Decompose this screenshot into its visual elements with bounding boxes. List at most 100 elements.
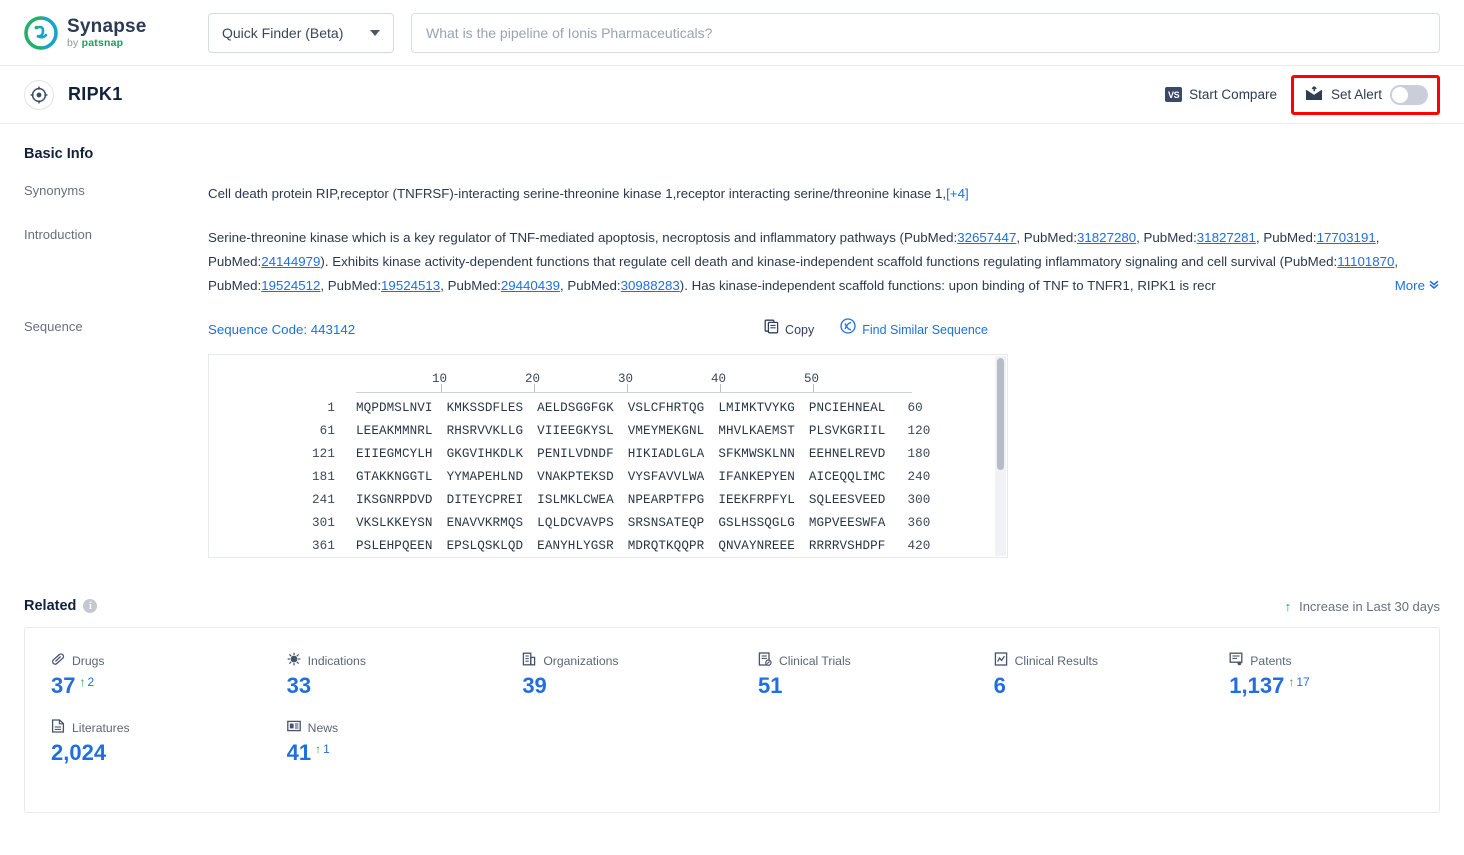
news-icon bbox=[286, 719, 301, 736]
pubmed-link[interactable]: 30988283 bbox=[621, 278, 680, 293]
pubmed-prefix: PubMed: bbox=[567, 278, 621, 293]
brand-name: Synapse bbox=[67, 15, 147, 37]
pubmed-link[interactable]: 31827281 bbox=[1197, 230, 1256, 245]
introduction-more-button[interactable]: More bbox=[1376, 274, 1440, 298]
sequence-line: 1 MQPDMSLNVI KMKSSDFLES AELDSGGFGK VSLCFHRTQ… bbox=[209, 397, 1007, 420]
sequence-end-index: 420 bbox=[907, 539, 931, 553]
related-item-value[interactable]: 37 bbox=[51, 675, 75, 697]
alert-envelope-icon bbox=[1305, 85, 1323, 104]
related-card: Drugs 37 ↑ 2 Indications 33 Organizations 39 Cli… bbox=[24, 627, 1440, 813]
related-item-organizations[interactable]: Organizations 39 bbox=[496, 652, 732, 697]
sequence-line: 121 EIIEGMCYLH GKGVIHKDLK PENILVDNDF HIKIADL… bbox=[209, 443, 1007, 466]
start-compare-button[interactable]: VS Start Compare bbox=[1165, 87, 1277, 102]
arrow-up-icon: ↑ bbox=[1288, 675, 1295, 689]
sequence-block: EPSLQSKLQD bbox=[446, 539, 524, 553]
main-content: Basic Info Synonyms Cell death protein R… bbox=[0, 124, 1464, 813]
sequence-block: EIIEGMCYLH bbox=[356, 447, 433, 461]
increase-legend-label: Increase in Last 30 days bbox=[1299, 598, 1440, 614]
sequence-block: MGPVEESWFA bbox=[808, 516, 886, 530]
pubmed-prefix: PubMed: bbox=[327, 278, 382, 293]
find-similar-sequence-button[interactable]: Find Similar Sequence bbox=[840, 318, 988, 342]
pubmed-link[interactable]: 29440439 bbox=[501, 278, 560, 293]
related-header: Related i ↑ Increase in Last 30 days bbox=[24, 598, 1440, 614]
sequence-block: ENAVVKRMQS bbox=[446, 516, 524, 530]
intro-part-3: ). Has kinase-independent scaffold funct… bbox=[679, 278, 1216, 293]
sequence-panel[interactable]: 10 20 30 40 50 1 MQPDMSLNVI KMKSSDFLES AELDSGGF… bbox=[208, 354, 1008, 558]
set-alert-toggle[interactable] bbox=[1390, 84, 1428, 105]
sequence-block: LMIMKTVYKG bbox=[718, 401, 795, 415]
pubmed-prefix: PubMed: bbox=[1263, 230, 1317, 245]
ruler-tick: 30 bbox=[618, 367, 642, 392]
sequence-line: 241 IKSGNRPDVD DITEYCPREI ISLMKLCWEA NPEARPT… bbox=[209, 489, 1007, 512]
related-grid: Drugs 37 ↑ 2 Indications 33 Organizations 39 Cli… bbox=[25, 652, 1439, 786]
similar-sequence-icon bbox=[840, 318, 856, 342]
related-item-label: Drugs bbox=[72, 653, 105, 668]
start-compare-label: Start Compare bbox=[1189, 87, 1277, 102]
quick-finder-select[interactable]: Quick Finder (Beta) bbox=[208, 12, 394, 53]
related-item-news[interactable]: News 41 ↑ 1 bbox=[261, 719, 497, 786]
pubmed-link[interactable]: 19524513 bbox=[381, 278, 440, 293]
introduction-text: Serine-threonine kinase which is a key r… bbox=[208, 230, 1399, 293]
quick-finder-label: Quick Finder (Beta) bbox=[222, 24, 344, 41]
synonyms-label: Synonyms bbox=[24, 183, 85, 198]
related-item-label: Organizations bbox=[543, 653, 619, 668]
sequence-line: 181 GTAKKNGGTL YYMAPEHLND VNAKPTEKSD VYSFAVV… bbox=[209, 466, 1007, 489]
related-item-value[interactable]: 1,137 bbox=[1229, 675, 1284, 697]
sequence-scrollbar[interactable] bbox=[995, 356, 1006, 556]
related-item-value[interactable]: 33 bbox=[287, 675, 311, 697]
scrollbar-thumb[interactable] bbox=[997, 358, 1004, 470]
related-item-drugs[interactable]: Drugs 37 ↑ 2 bbox=[25, 652, 261, 697]
related-item-indications[interactable]: Indications 33 bbox=[261, 652, 497, 697]
pubmed-link[interactable]: 11101870 bbox=[1337, 254, 1394, 269]
synonyms-row: Synonyms Cell death protein RIP,receptor… bbox=[24, 182, 1440, 206]
sequence-block: VSLCFHRTQG bbox=[627, 401, 705, 415]
introduction-label: Introduction bbox=[24, 227, 92, 242]
pill-icon bbox=[51, 652, 65, 669]
sequence-block: EANYHLYGSR bbox=[537, 539, 614, 553]
sequence-block: VKSLKKEYSN bbox=[356, 516, 433, 530]
pubmed-link[interactable]: 17703191 bbox=[1317, 230, 1376, 245]
copy-sequence-button[interactable]: Copy bbox=[764, 318, 814, 342]
ruler-tick: 40 bbox=[711, 367, 735, 392]
set-alert-control[interactable]: Set Alert bbox=[1290, 74, 1440, 115]
related-item-value[interactable]: 51 bbox=[758, 675, 782, 697]
related-item-value[interactable]: 41 bbox=[287, 742, 311, 764]
related-item-value[interactable]: 39 bbox=[522, 675, 546, 697]
related-delta: ↑ 2 bbox=[79, 676, 94, 688]
copy-label: Copy bbox=[785, 323, 815, 337]
sequence-block: QNVAYNREEE bbox=[718, 539, 795, 553]
sequence-block: AICEQQLIMC bbox=[808, 470, 886, 484]
literature-icon bbox=[51, 719, 65, 736]
sequence-block: MHVLKAEMST bbox=[718, 424, 795, 438]
sequence-block: IFANKEPYEN bbox=[718, 470, 795, 484]
pubmed-link[interactable]: 31827280 bbox=[1077, 230, 1136, 245]
sequence-block: PSLEHPQEEN bbox=[356, 539, 433, 553]
sequence-start-index: 241 bbox=[312, 493, 335, 507]
search-input[interactable] bbox=[411, 12, 1440, 53]
synonyms-more-link[interactable]: [+4] bbox=[946, 186, 969, 201]
sequence-code-link[interactable]: Sequence Code: 443142 bbox=[208, 318, 355, 342]
related-item-value[interactable]: 2,024 bbox=[51, 742, 106, 764]
info-icon[interactable]: i bbox=[83, 599, 98, 613]
related-item-clinical-results[interactable]: Clinical Results 6 bbox=[968, 652, 1204, 697]
sequence-block: KMKSSDFLES bbox=[446, 401, 524, 415]
related-heading: Related bbox=[24, 598, 77, 614]
sequence-start-index: 121 bbox=[312, 447, 335, 461]
synonyms-value: Cell death protein RIP,receptor (TNFRSF)… bbox=[208, 182, 1440, 206]
related-item-label: Literatures bbox=[72, 720, 130, 735]
related-item-label: Patents bbox=[1250, 653, 1292, 668]
related-item-patents[interactable]: Patents 1,137 ↑ 17 bbox=[1203, 652, 1439, 697]
brand-byline: by patsnap bbox=[67, 36, 124, 49]
sequence-start-index: 1 bbox=[327, 401, 335, 415]
brand-logo[interactable]: Synapse by patsnap bbox=[24, 15, 182, 50]
related-item-value[interactable]: 6 bbox=[994, 675, 1006, 697]
related-item-clinical-trials[interactable]: Clinical Trials 51 bbox=[732, 652, 968, 697]
pubmed-link[interactable]: 19524512 bbox=[261, 278, 320, 293]
pubmed-link[interactable]: 32657447 bbox=[957, 230, 1016, 245]
sequence-ruler: 10 20 30 40 50 bbox=[356, 367, 912, 397]
sequence-block: LEEAKMMNRL bbox=[356, 424, 433, 438]
sequence-block: MDRQTKQQPR bbox=[627, 539, 705, 553]
sequence-block: ISLMKLCWEA bbox=[537, 493, 614, 507]
related-item-literatures[interactable]: Literatures 2,024 bbox=[25, 719, 261, 764]
pubmed-link[interactable]: 24144979 bbox=[261, 254, 320, 269]
